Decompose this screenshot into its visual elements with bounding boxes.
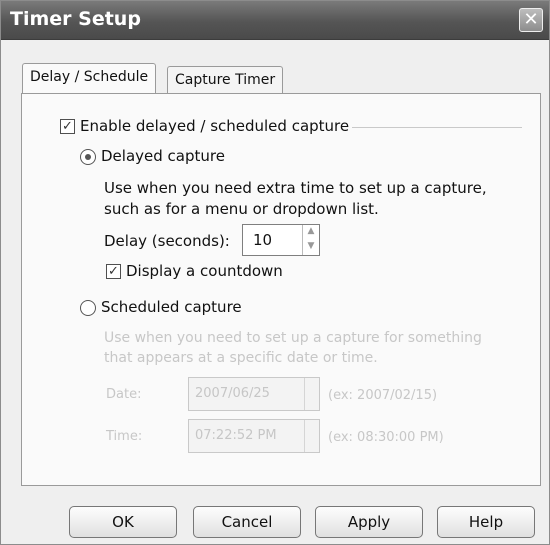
time-hint: (ex: 08:30:00 PM) (328, 430, 444, 445)
countdown-label: Display a countdown (126, 262, 283, 280)
tab-capture-timer[interactable]: Capture Timer (167, 66, 284, 94)
delayed-description-line2: such as for a menu or dropdown list. (104, 200, 379, 218)
date-field[interactable]: 2007/06/25 (188, 377, 320, 411)
date-hint: (ex: 2007/02/15) (328, 388, 438, 403)
close-button[interactable]: ✕ (519, 8, 543, 32)
delay-seconds-value: 10 (253, 231, 273, 249)
cancel-button[interactable]: Cancel (193, 506, 301, 538)
check-icon: ✓ (108, 264, 119, 279)
date-label: Date: (106, 387, 142, 402)
radio-dot (85, 154, 91, 160)
tab-label: Delay / Schedule (30, 69, 149, 85)
date-spin-buttons[interactable] (304, 378, 319, 410)
countdown-checkbox[interactable]: ✓ (106, 264, 121, 279)
delay-spin-buttons[interactable]: ▲ ▼ (302, 225, 319, 255)
time-spin-buttons[interactable] (304, 420, 319, 452)
scheduled-capture-label: Scheduled capture (101, 298, 242, 316)
delay-seconds-label: Delay (seconds): (104, 232, 230, 250)
delayed-capture-label: Delayed capture (101, 147, 225, 165)
scheduled-description-line2: that appears at a specific date or time. (104, 350, 378, 366)
chevron-up-icon[interactable]: ▲ (303, 225, 319, 240)
tab-label: Capture Timer (175, 72, 276, 88)
title-bar: Timer Setup ✕ (1, 1, 549, 40)
help-button[interactable]: Help (437, 506, 535, 538)
date-value: 2007/06/25 (195, 386, 270, 401)
time-value: 07:22:52 PM (195, 428, 277, 443)
tab-delay-schedule[interactable]: Delay / Schedule (22, 63, 157, 93)
scheduled-capture-radio[interactable] (80, 300, 96, 316)
ok-button[interactable]: OK (69, 506, 177, 538)
delay-seconds-stepper[interactable]: 10 ▲ ▼ (242, 224, 320, 256)
delayed-description-line1: Use when you need extra time to set up a… (104, 179, 487, 197)
check-icon: ✓ (62, 119, 73, 134)
timer-setup-dialog: Timer Setup ✕ Delay / Schedule Capture T… (0, 0, 550, 545)
time-label: Time: (106, 429, 143, 444)
tab-panel: ✓ Enable delayed / scheduled capture Del… (21, 93, 541, 486)
window-title: Timer Setup (10, 8, 141, 30)
scheduled-description-line1: Use when you need to set up a capture fo… (104, 330, 482, 346)
delayed-capture-radio[interactable] (80, 149, 96, 165)
time-field[interactable]: 07:22:52 PM (188, 419, 320, 453)
chevron-down-icon[interactable]: ▼ (303, 240, 319, 255)
apply-button[interactable]: Apply (315, 506, 423, 538)
close-icon: ✕ (523, 9, 539, 30)
enable-label: Enable delayed / scheduled capture (80, 117, 350, 135)
enable-checkbox[interactable]: ✓ (60, 119, 75, 134)
group-divider (352, 127, 522, 128)
